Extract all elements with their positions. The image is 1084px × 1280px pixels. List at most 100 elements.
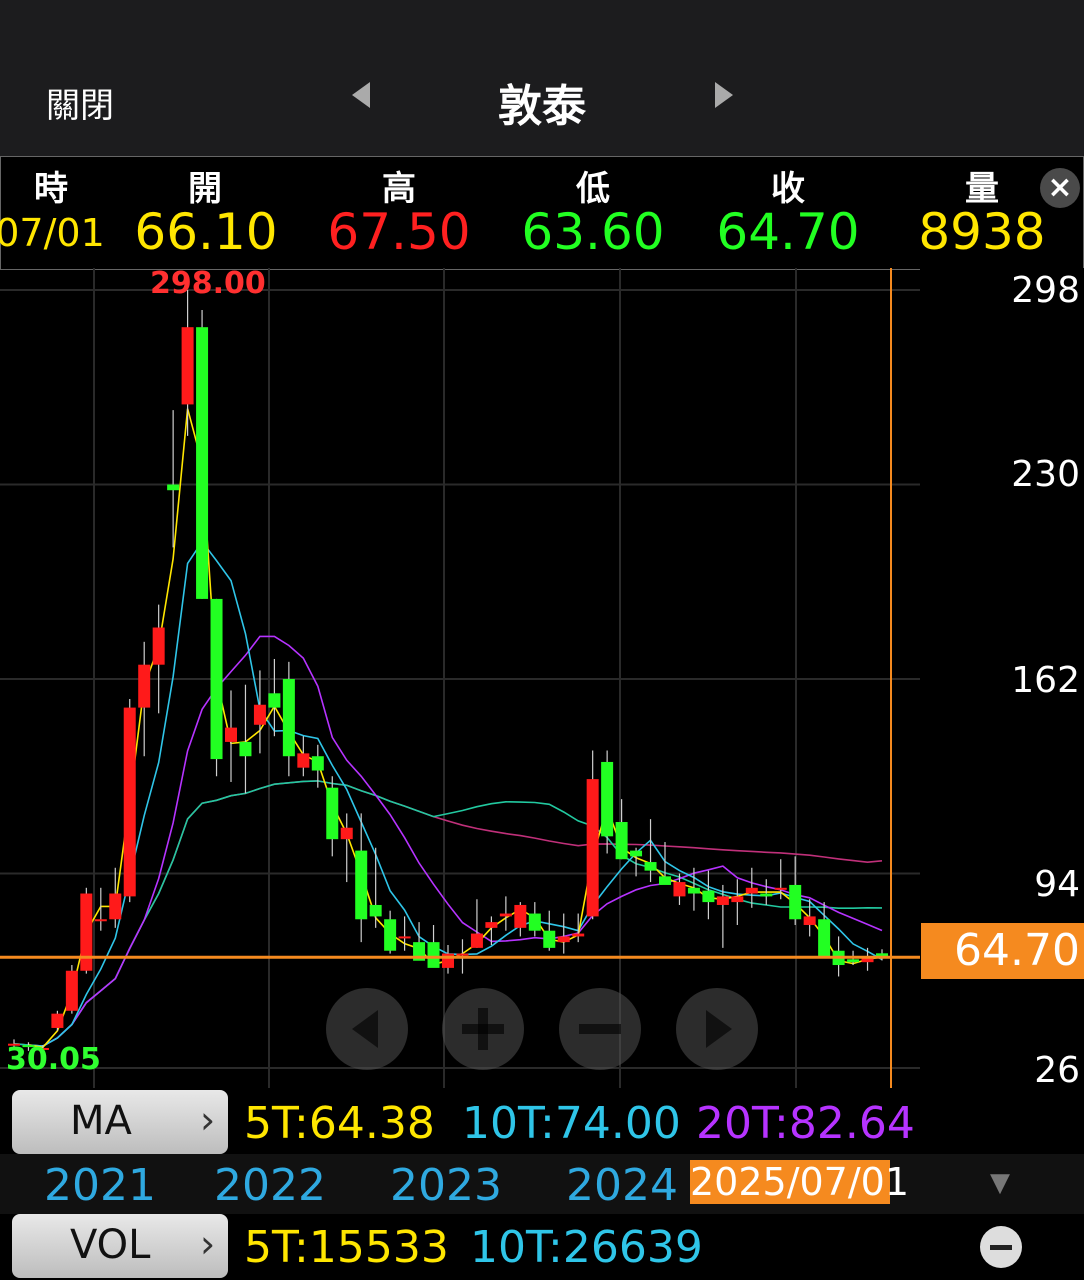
candle [311,756,324,771]
vol-button-label: VOL [70,1222,151,1268]
ma20-value: 20T:82.64 [696,1098,915,1149]
candle [659,876,671,885]
x-tick-label: 2021 [44,1160,156,1211]
min-price-label: 30.05 [6,1042,101,1077]
ma10-value: 10T:74.00 [462,1098,681,1149]
candle [601,761,614,837]
vol10-value: 10T:26639 [470,1222,703,1273]
x-tick-label: 2024 [566,1160,678,1211]
remove-indicator-icon[interactable] [980,1226,1022,1268]
quote-high: 67.50 [327,203,471,261]
candle [745,887,758,894]
time-axis [0,1154,1084,1214]
stock-title: 敦泰 [498,81,586,132]
candle [644,862,657,871]
x-tick-label: 2023 [390,1160,502,1211]
candle [485,922,498,928]
candle [398,936,411,939]
candle [774,887,787,890]
candle [702,890,715,903]
candle [80,893,93,971]
candle [572,933,585,937]
chevron-right-icon: › [200,1222,216,1266]
candle [167,484,180,491]
candle [543,930,556,948]
plus-icon [462,1008,504,1050]
y-tick-label: 94 [1034,864,1080,905]
chevron-right-icon: › [200,1098,216,1142]
candle [109,893,122,920]
candle [470,933,483,948]
candle [51,1013,64,1028]
candle [789,884,802,920]
candle [239,741,252,757]
next-stock-arrow-icon[interactable] [715,82,733,108]
candle [94,919,107,922]
vol5-value: 5T:15533 [244,1222,449,1273]
candle [673,882,686,897]
y-tick-label: 298 [1011,270,1080,311]
candle [282,679,295,757]
play-right-icon [706,1010,732,1048]
ma5-line [28,408,883,1049]
candle [340,827,353,840]
candle [138,664,151,708]
candle [499,913,512,917]
candle [427,942,440,968]
candle [847,959,860,963]
candle [355,850,368,920]
candle [760,893,773,897]
candle [181,327,194,405]
candle [225,727,237,742]
max-price-label: 298.00 [150,266,266,301]
collapse-down-icon[interactable]: ▼ [990,1168,1010,1198]
candle [65,970,78,1011]
candle [196,327,209,599]
candle [123,707,136,897]
quote-open: 66.10 [134,203,278,261]
zoom-in-button[interactable] [442,988,524,1070]
candlestick-chart[interactable] [0,268,920,1088]
candle [152,627,165,665]
ma-indicator-button[interactable]: MA › [12,1090,228,1154]
candle [268,693,281,708]
scroll-right-button[interactable] [676,988,758,1070]
candle [557,936,570,943]
candle [253,704,266,725]
scroll-left-button[interactable] [326,988,408,1070]
candle [326,787,339,840]
ma10-line [28,540,883,1047]
candle [369,904,382,917]
candle [716,896,729,905]
candle [586,779,599,917]
current-price-tag: 64.70 [921,923,1084,979]
candle [442,953,454,968]
cursor-date-tag: 2025/07/01 [690,1160,910,1204]
vol-indicator-button[interactable]: VOL › [12,1214,228,1278]
quote-close: 64.70 [716,203,860,261]
play-left-icon [352,1010,378,1048]
candle [615,822,628,860]
quote-volume: 8938 [918,203,1046,261]
candle [687,887,700,894]
candle [297,753,310,768]
header-time: 時 [34,169,68,209]
y-tick-label: 230 [1011,454,1080,495]
x-tick-label: 2022 [214,1160,326,1211]
close-quote-icon[interactable]: × [1040,168,1080,208]
ma5-value: 5T:64.38 [244,1098,435,1149]
candle [514,904,527,928]
candle [456,953,469,956]
candle [528,913,541,931]
candle [803,916,816,925]
candle [384,919,397,951]
candle [818,919,831,957]
zoom-out-button[interactable] [559,988,641,1070]
y-tick-label: 26 [1034,1050,1080,1091]
candle [731,896,744,903]
y-tick-label: 162 [1011,660,1080,701]
ma-button-label: MA [70,1098,132,1144]
minus-icon [579,1024,621,1034]
quote-panel: 時 開 高 低 收 量 07/01 66.10 67.50 63.60 64.7… [0,156,1084,270]
candle [630,850,643,857]
